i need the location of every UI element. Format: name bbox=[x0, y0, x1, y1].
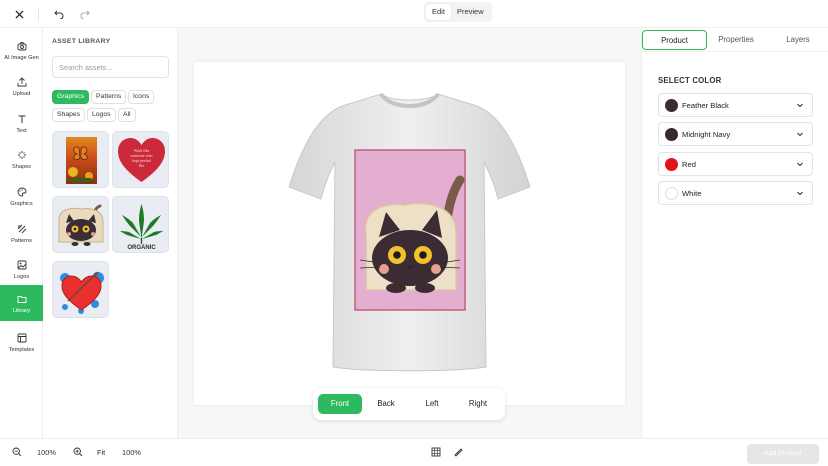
asset-thumb-butterfly[interactable] bbox=[52, 131, 109, 188]
asset-thumb-heart-arrow[interactable] bbox=[52, 261, 109, 318]
grid-icon[interactable] bbox=[431, 447, 441, 459]
select-color-title: SELECT COLOR bbox=[658, 76, 722, 85]
rail-item-ai-image-gen[interactable]: AI Image Gen bbox=[0, 32, 43, 68]
rail-label: Graphics bbox=[10, 200, 33, 207]
color-name: Red bbox=[682, 160, 696, 169]
zoom-value: 100% bbox=[37, 448, 56, 457]
color-name: White bbox=[682, 189, 702, 198]
zoom-in-icon[interactable] bbox=[73, 447, 83, 459]
color-name: Midnight Navy bbox=[682, 130, 731, 139]
ai-image-icon bbox=[16, 40, 28, 52]
color-option-white[interactable]: White bbox=[658, 181, 813, 205]
edit-mode-button[interactable]: Edit bbox=[426, 4, 451, 20]
palette-icon bbox=[16, 186, 28, 198]
rail-label: Patterns bbox=[11, 237, 32, 244]
add-product-button[interactable]: Add Product bbox=[747, 444, 819, 464]
rail-item-library[interactable]: Library bbox=[0, 285, 43, 321]
color-swatch bbox=[665, 158, 678, 171]
asset-thumb-cat-bread[interactable] bbox=[52, 196, 109, 253]
tab-layers[interactable]: Layers bbox=[767, 30, 828, 50]
rail-item-upload[interactable]: Upload bbox=[0, 68, 43, 104]
tab-properties[interactable]: Properties bbox=[705, 30, 767, 50]
color-swatch bbox=[665, 187, 678, 200]
folder-icon bbox=[16, 293, 28, 305]
rail-item-graphics[interactable]: Graphics bbox=[0, 178, 43, 214]
zoom-out-icon[interactable] bbox=[12, 447, 22, 459]
shapes-icon bbox=[16, 149, 28, 161]
tshirt-mockup bbox=[288, 92, 531, 372]
left-rail: AI Image Gen Upload Text Shapes Graphics… bbox=[0, 28, 43, 438]
rail-label: Upload bbox=[12, 90, 31, 97]
mode-toggle: Edit Preview bbox=[424, 2, 492, 22]
chevron-down-icon bbox=[797, 103, 803, 108]
view-front-button[interactable]: Front bbox=[318, 394, 362, 414]
rail-label: Text bbox=[16, 127, 27, 134]
color-option-red[interactable]: Red bbox=[658, 152, 813, 176]
rail-item-text[interactable]: Text bbox=[0, 105, 43, 141]
organic-text: ORGANIC bbox=[127, 245, 156, 251]
asset-thumb-leaf-organic[interactable]: ORGANIC bbox=[112, 196, 169, 253]
canvas-workspace: Front Back Left Right bbox=[178, 28, 641, 438]
text-icon bbox=[16, 113, 28, 125]
filter-icons[interactable]: Icons bbox=[128, 90, 155, 104]
asset-library-panel: ASSET LIBRARY Graphics Patterns Icons Sh… bbox=[43, 28, 178, 438]
right-panel: Product Properties Layers SELECT COLOR F… bbox=[641, 28, 828, 438]
top-bar: Edit Preview bbox=[0, 0, 828, 28]
rail-label: Templates bbox=[8, 346, 35, 353]
color-swatch bbox=[665, 99, 678, 112]
preview-mode-button[interactable]: Preview bbox=[451, 4, 490, 20]
rail-label: Shapes bbox=[12, 163, 31, 170]
filter-graphics[interactable]: Graphics bbox=[52, 90, 90, 104]
tab-product[interactable]: Product bbox=[642, 30, 707, 50]
close-icon[interactable] bbox=[11, 6, 27, 22]
view-switcher: Front Back Left Right bbox=[313, 388, 505, 420]
view-left-button[interactable]: Left bbox=[411, 394, 453, 414]
filter-all[interactable]: All bbox=[118, 108, 136, 122]
chevron-down-icon bbox=[797, 132, 803, 137]
chevron-down-icon bbox=[797, 191, 803, 196]
redo-icon[interactable] bbox=[77, 6, 93, 22]
divider bbox=[38, 7, 39, 21]
undo-icon[interactable] bbox=[51, 6, 67, 22]
ruler-icon[interactable] bbox=[453, 447, 463, 459]
rail-item-patterns[interactable]: Patterns bbox=[0, 215, 43, 251]
fit-zoom-value: 100% bbox=[122, 448, 141, 457]
search-assets-input[interactable] bbox=[52, 56, 169, 78]
patterns-icon bbox=[16, 223, 28, 235]
view-back-button[interactable]: Back bbox=[365, 394, 407, 414]
fit-button[interactable]: Fit bbox=[97, 447, 105, 459]
bottom-bar: 100% Fit 100% Add Product bbox=[0, 438, 828, 466]
templates-icon bbox=[16, 332, 28, 344]
chevron-down-icon bbox=[797, 162, 803, 167]
color-name: Feather Black bbox=[682, 101, 729, 110]
rail-label: Library bbox=[12, 307, 31, 314]
color-swatch bbox=[665, 128, 678, 141]
right-panel-tabs: Product Properties Layers bbox=[642, 28, 828, 52]
rail-label: Logos bbox=[13, 273, 30, 280]
color-option-midnight-navy[interactable]: Midnight Navy bbox=[658, 122, 813, 146]
rail-item-shapes[interactable]: Shapes bbox=[0, 141, 43, 177]
asset-thumb-heart-text[interactable]: Work like someone who kept peeled life bbox=[112, 131, 169, 188]
upload-icon bbox=[16, 76, 28, 88]
rail-item-logos[interactable]: Logos bbox=[0, 251, 43, 287]
filter-shapes[interactable]: Shapes bbox=[52, 108, 86, 122]
color-option-feather-black[interactable]: Feather Black bbox=[658, 93, 813, 117]
image-icon bbox=[16, 259, 28, 271]
rail-item-templates[interactable]: Templates bbox=[0, 324, 43, 360]
artboard bbox=[194, 62, 625, 405]
rail-label: AI Image Gen bbox=[4, 54, 39, 61]
svg-text:life: life bbox=[139, 163, 145, 168]
asset-library-title: ASSET LIBRARY bbox=[52, 38, 111, 45]
filter-logos[interactable]: Logos bbox=[87, 108, 116, 122]
filter-patterns[interactable]: Patterns bbox=[91, 90, 127, 104]
view-right-button[interactable]: Right bbox=[457, 394, 499, 414]
